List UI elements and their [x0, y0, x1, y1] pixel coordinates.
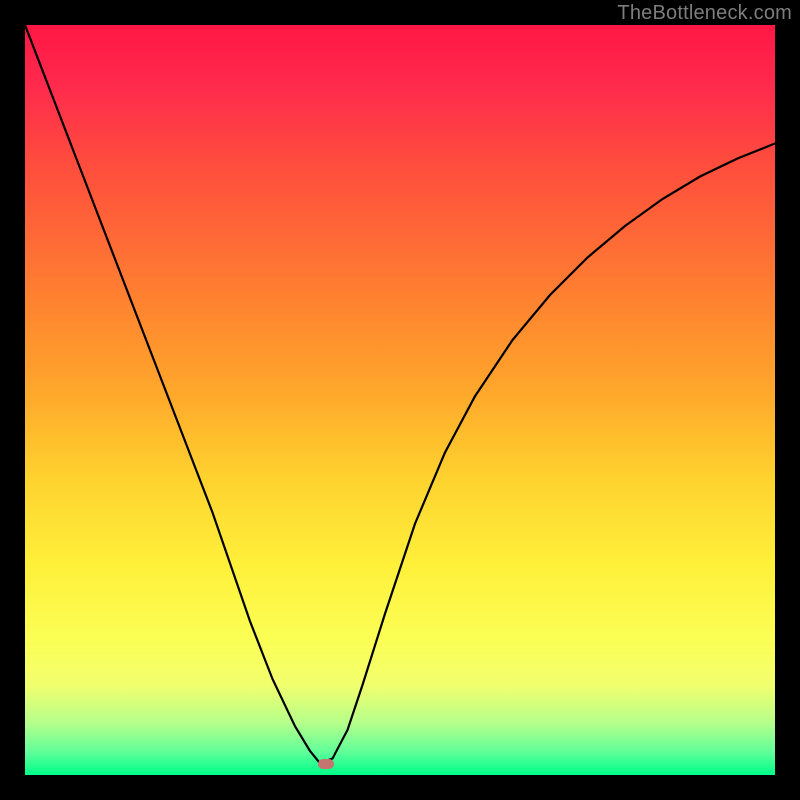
watermark-text: TheBottleneck.com — [617, 2, 792, 25]
curve-svg — [25, 25, 775, 775]
chart-frame: TheBottleneck.com — [0, 0, 800, 800]
plot-area — [25, 25, 775, 775]
bottleneck-curve — [25, 25, 775, 763]
optimal-marker — [318, 759, 334, 769]
